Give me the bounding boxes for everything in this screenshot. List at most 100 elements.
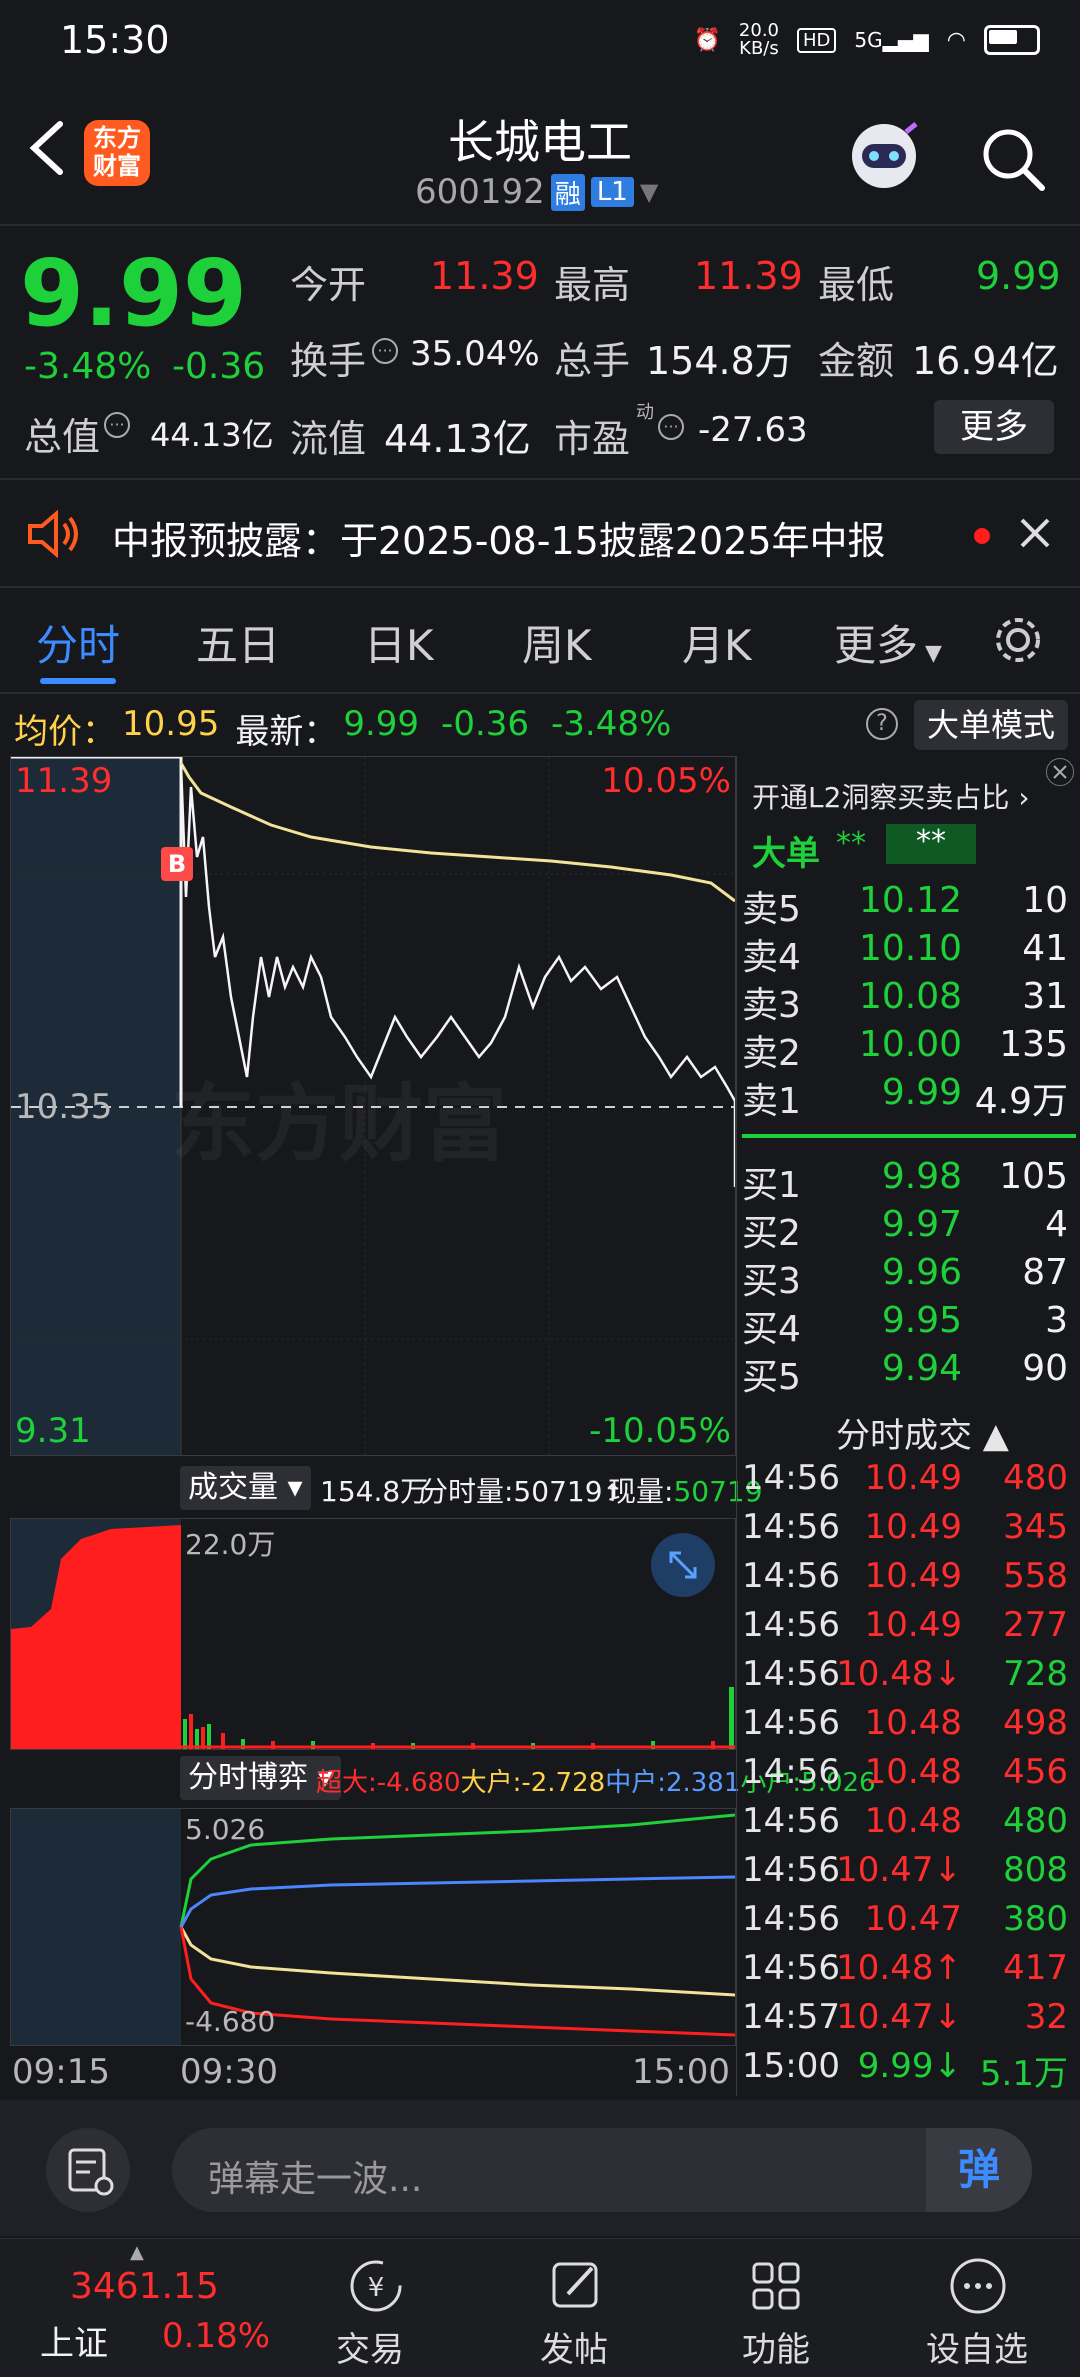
trade-icon[interactable]: ¥ [344, 2254, 408, 2322]
ask-row[interactable]: 卖5 10.12 10 [742, 880, 1072, 930]
trade-volume: 5.1万 [979, 2054, 1068, 2094]
volume-total: 154.8万 [320, 1475, 429, 1508]
info-icon[interactable]: ··· [658, 414, 684, 440]
search-icon[interactable] [978, 124, 1048, 194]
bid-row[interactable]: 买3 9.96 87 [742, 1252, 1072, 1302]
bid-row[interactable]: 买5 9.94 90 [742, 1348, 1072, 1398]
buy-marker[interactable]: B [161, 847, 193, 881]
watchlist-icon[interactable] [946, 2254, 1010, 2322]
intraday-chart[interactable]: B 东方财富 11.39 10.05% 10.35 9.31 -10.05% [10, 756, 736, 1456]
trade-volume: 728 [1003, 1654, 1068, 1694]
trade-price: 10.49 [864, 1458, 962, 1498]
ask-row[interactable]: 卖1 9.99 4.9万 [742, 1072, 1072, 1122]
trade-price: 10.49 [864, 1507, 962, 1547]
index-value[interactable]: 3461.15 [70, 2266, 219, 2307]
trade-time: 14:56 [742, 1850, 840, 1890]
robot-assistant-icon[interactable] [842, 112, 926, 196]
low-value: 9.99 [976, 254, 1061, 298]
close-promo-icon[interactable] [1046, 758, 1074, 786]
functions-icon[interactable] [744, 2254, 808, 2322]
notice-bar[interactable]: 中报预披露：于2025-08-15披露2025年中报 [0, 480, 1080, 586]
index-name[interactable]: 上证 [40, 2316, 108, 2365]
ask-label: 卖1 [742, 1081, 801, 1122]
trade-time: 14:56 [742, 1899, 840, 1939]
trade-volume: 808 [1003, 1850, 1068, 1890]
index-pct[interactable]: 0.18% [162, 2316, 270, 2356]
time-axis-start: 09:15 [12, 2052, 110, 2092]
close-icon[interactable] [1018, 516, 1052, 554]
info-icon[interactable]: ··· [372, 338, 398, 364]
stock-code-row[interactable]: 600192 融 L1 ▼ [415, 170, 658, 214]
current-price: 9.99 [20, 240, 247, 347]
bid-row[interactable]: 买4 9.95 3 [742, 1300, 1072, 1350]
nav-add-watchlist[interactable]: 设自选 [926, 2322, 1028, 2371]
game-chart[interactable]: 5.026 -4.680 [10, 1808, 736, 2046]
volume-chart[interactable]: 22.0万 [10, 1518, 736, 1750]
pe-value: -27.63 [698, 410, 808, 450]
bid-volume: 4 [1045, 1204, 1068, 1245]
mid-price-label: 10.35 [15, 1087, 113, 1127]
trade-row: 14:56 10.47↓ 808 [742, 1850, 1072, 1898]
min-pct-label: -10.05% [589, 1411, 731, 1451]
min-price-label: 9.31 [15, 1411, 91, 1451]
bid-row[interactable]: 买1 9.98 105 [742, 1156, 1072, 1206]
danmu-send-button[interactable]: 弹 [926, 2128, 1032, 2212]
last-value: 9.99 [343, 704, 420, 744]
trade-volume: 417 [1003, 1948, 1068, 1988]
more-button[interactable]: 更多 [934, 400, 1054, 454]
pe-sup: 动 [636, 402, 654, 423]
bid-row[interactable]: 买2 9.97 4 [742, 1204, 1072, 1254]
trade-price: 9.99↓ [857, 2046, 962, 2086]
bid-volume: 87 [1022, 1252, 1068, 1293]
low-label: 最低 [818, 263, 895, 307]
bid-price: 9.95 [881, 1300, 962, 1341]
tab-more[interactable]: 更多 ▼ [834, 612, 942, 673]
l2-promo-link[interactable]: 开通L2洞察买卖占比 › [752, 776, 1030, 816]
trade-row: 14:56 10.48↑ 417 [742, 1948, 1072, 1996]
trade-row: 14:56 10.48 456 [742, 1752, 1072, 1800]
bid-label: 买2 [742, 1213, 801, 1254]
tab-fenshi[interactable]: 分时 [36, 612, 120, 673]
change-pct: -3.48% [24, 346, 152, 387]
svg-text:¥: ¥ [368, 2273, 385, 2303]
trade-price: 10.48 [864, 1752, 962, 1792]
ask-row[interactable]: 卖3 10.08 31 [742, 976, 1072, 1026]
info-icon[interactable]: ··· [104, 412, 130, 438]
bid-price: 9.98 [881, 1156, 962, 1197]
trade-row: 14:56 10.49 480 [742, 1458, 1072, 1506]
ask-volume: 4.9万 [974, 1081, 1068, 1122]
ask-row[interactable]: 卖4 10.10 41 [742, 928, 1072, 978]
tab-five-day[interactable]: 五日 [196, 612, 280, 673]
signal-icon: 5G▂▄▆ [854, 28, 929, 52]
ask-price: 10.08 [858, 976, 962, 1017]
post-icon[interactable] [544, 2254, 608, 2322]
big-order-mode-button[interactable]: 大单模式 [914, 700, 1068, 750]
tab-monthly-k[interactable]: 月K [682, 612, 752, 673]
mktcap-value: 44.13亿 [150, 416, 274, 454]
nav-post[interactable]: 发帖 [540, 2322, 608, 2371]
trade-time: 14:56 [742, 1752, 840, 1792]
nav-functions[interactable]: 功能 [742, 2322, 810, 2371]
bid-price: 9.97 [881, 1204, 962, 1245]
trade-row: 14:56 10.48 498 [742, 1703, 1072, 1751]
volume-tick: 分时量:50719↑ [420, 1475, 623, 1508]
tab-weekly-k[interactable]: 周K [522, 612, 592, 673]
ask-row[interactable]: 卖2 10.00 135 [742, 1024, 1072, 1074]
max-price-label: 11.39 [15, 761, 113, 801]
tab-daily-k[interactable]: 日K [364, 612, 434, 673]
trade-price: 10.48 [864, 1703, 962, 1743]
dropdown-icon: ▼ [639, 178, 659, 206]
trades-header[interactable]: 分时成交 ▲ [836, 1408, 1009, 1457]
settings-gear-icon[interactable] [990, 612, 1046, 672]
danmu-input[interactable]: 弹幕走一波... 弹 [172, 2128, 1032, 2212]
trade-time: 14:56 [742, 1948, 840, 1988]
danmu-settings-icon[interactable] [46, 2128, 130, 2212]
trade-row: 14:56 10.49 345 [742, 1507, 1072, 1555]
big-order-v1: ** [836, 826, 866, 861]
expand-icon[interactable] [651, 1533, 715, 1597]
help-icon[interactable]: ? [866, 708, 898, 740]
nav-trade[interactable]: 交易 [336, 2322, 404, 2371]
volume-selector[interactable]: 成交量 ▾ [180, 1466, 311, 1510]
trade-time: 14:56 [742, 1556, 840, 1596]
ask-label: 卖3 [742, 985, 801, 1026]
